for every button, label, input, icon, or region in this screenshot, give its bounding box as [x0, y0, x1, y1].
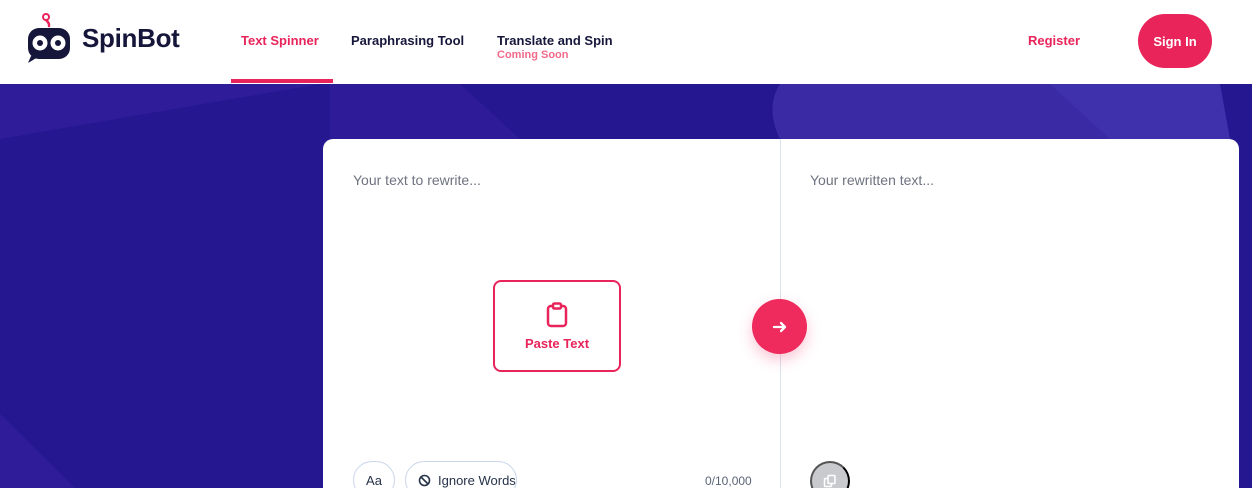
copy-icon: [823, 474, 836, 488]
brand-name: SpinBot: [82, 22, 180, 53]
paste-text-label: Paste Text: [524, 335, 590, 351]
character-count: 0/10,000: [705, 474, 752, 488]
active-nav-indicator: [231, 79, 333, 83]
spinbot-logo[interactable]: SpinBot: [24, 12, 180, 64]
arrow-right-icon: [772, 321, 786, 332]
top-navigation: SpinBot Text Spinner Paraphrasing Tool T…: [0, 0, 1252, 84]
copy-output-button[interactable]: [810, 461, 850, 488]
coming-soon-badge: Coming Soon: [497, 49, 569, 61]
clipboard-icon: [546, 301, 568, 327]
nav-text-spinner[interactable]: Text Spinner: [241, 33, 319, 48]
case-toggle-label: Aa: [366, 472, 382, 488]
spinner-editor-card: Your text to rewrite... Your rewritten t…: [323, 139, 1239, 488]
register-link[interactable]: Register: [1028, 33, 1080, 48]
output-text-placeholder: Your rewritten text...: [810, 172, 934, 188]
ban-icon: [418, 474, 431, 486]
case-toggle-button[interactable]: Aa: [353, 461, 395, 488]
nav-translate-and-spin[interactable]: Translate and Spin: [497, 33, 613, 48]
ignore-words-button[interactable]: Ignore Words: [405, 461, 517, 488]
nav-paraphrasing-tool[interactable]: Paraphrasing Tool: [351, 33, 464, 48]
hero-section: Your text to rewrite... Your rewritten t…: [0, 84, 1252, 488]
input-text-placeholder[interactable]: Your text to rewrite...: [353, 172, 481, 188]
robot-logo-icon: [28, 13, 70, 63]
sign-in-button[interactable]: Sign In: [1138, 14, 1212, 68]
spin-text-button[interactable]: [752, 299, 807, 354]
ignore-words-label: Ignore Words: [438, 472, 516, 488]
paste-text-button[interactable]: Paste Text: [493, 280, 621, 372]
